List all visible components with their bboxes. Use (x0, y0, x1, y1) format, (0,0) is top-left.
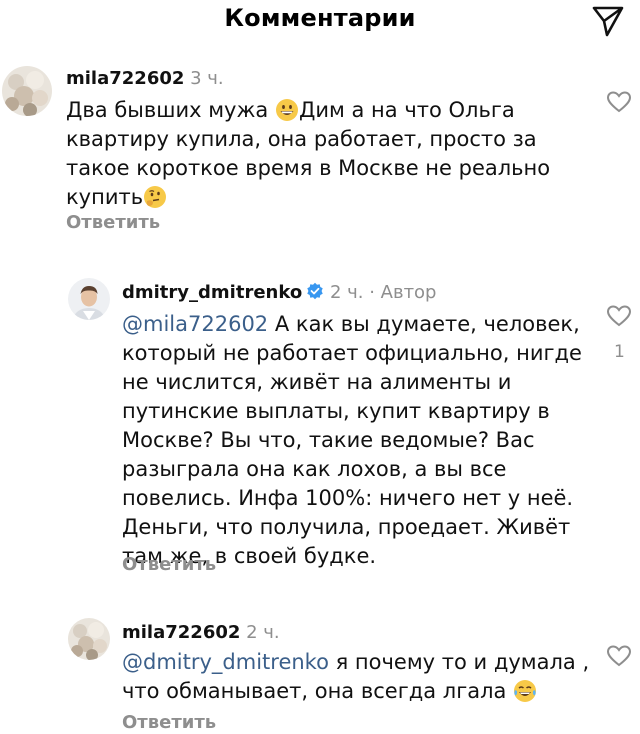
comment-meta: dmitry_dmitrenko 2 ч. · Автор (122, 282, 437, 303)
avatar[interactable] (68, 618, 110, 660)
meta-separator: · (363, 282, 381, 303)
send-icon[interactable] (590, 2, 626, 38)
comment-line: разыграла она как лохов, а вы все (122, 457, 507, 481)
thinking-face-emoji-icon (144, 186, 167, 208)
comment-text: @dmitry_dmitrenko я почему то и думала ,… (122, 648, 589, 706)
comment-text: Два бывших мужа Дим а на что Ольга кварт… (66, 96, 550, 212)
avatar[interactable] (68, 278, 110, 320)
comment-line: А как вы думаете, человек, (268, 312, 580, 336)
grinning-face-emoji-icon (275, 99, 298, 121)
comment-time: 2 ч. (246, 622, 280, 643)
comment-line: повелись. Инфа 100%: ничего нет у неё. (122, 486, 574, 510)
page-title: Комментарии (224, 4, 416, 32)
comment-time: 2 ч. (329, 282, 364, 303)
comment-line: Деньги, что получила, проедает. Живёт (122, 515, 571, 539)
comment-line: квартиру купила, она работает, просто за (66, 127, 537, 151)
reply-button[interactable]: Ответить (122, 554, 216, 575)
comment-time: 3 ч. (190, 68, 224, 89)
reply-button[interactable]: Ответить (66, 212, 160, 233)
reply-button[interactable]: Ответить (122, 712, 216, 733)
like-count: 1 (614, 342, 625, 362)
heart-icon[interactable] (606, 90, 632, 114)
comment-meta: mila722602 3 ч. (66, 68, 224, 89)
comment-line: Москве? Вы что, такие ведомые? Вас (122, 428, 535, 452)
tears-of-joy-emoji-icon (514, 680, 537, 702)
heart-icon[interactable] (606, 304, 632, 328)
mention-link[interactable]: @mila722602 (122, 312, 268, 336)
comment-line: Дим а на что Ольга (298, 98, 515, 122)
comment-line: Два бывших мужа (66, 98, 275, 122)
comment-username[interactable]: dmitry_dmitrenko (122, 282, 302, 303)
comment-text: @mila722602 А как вы думаете, человек, к… (122, 310, 582, 571)
comment-username[interactable]: mila722602 (122, 622, 240, 643)
comment-line: я почему то и думала , (328, 650, 590, 674)
header: Комментарии (0, 0, 640, 44)
verified-badge-icon (307, 282, 323, 300)
comment-line: купить (66, 185, 144, 209)
mention-link[interactable]: @dmitry_dmitrenko (122, 650, 329, 674)
comment-line: что обманывает, она всегда лгала (122, 679, 514, 703)
comment-line: не числится, живёт на алименты и (122, 370, 512, 394)
heart-icon[interactable] (606, 644, 632, 668)
comment-line: который не работает официально, нигде (122, 341, 582, 365)
comment-username[interactable]: mila722602 (66, 68, 184, 89)
author-label: Автор (380, 282, 437, 303)
comment-line: такое короткое время в Москве не реально (66, 156, 551, 180)
comment-line: путинские выплаты, купит квартиру в (122, 399, 550, 423)
avatar[interactable] (2, 66, 52, 116)
comment-meta: mila722602 2 ч. (122, 622, 280, 643)
